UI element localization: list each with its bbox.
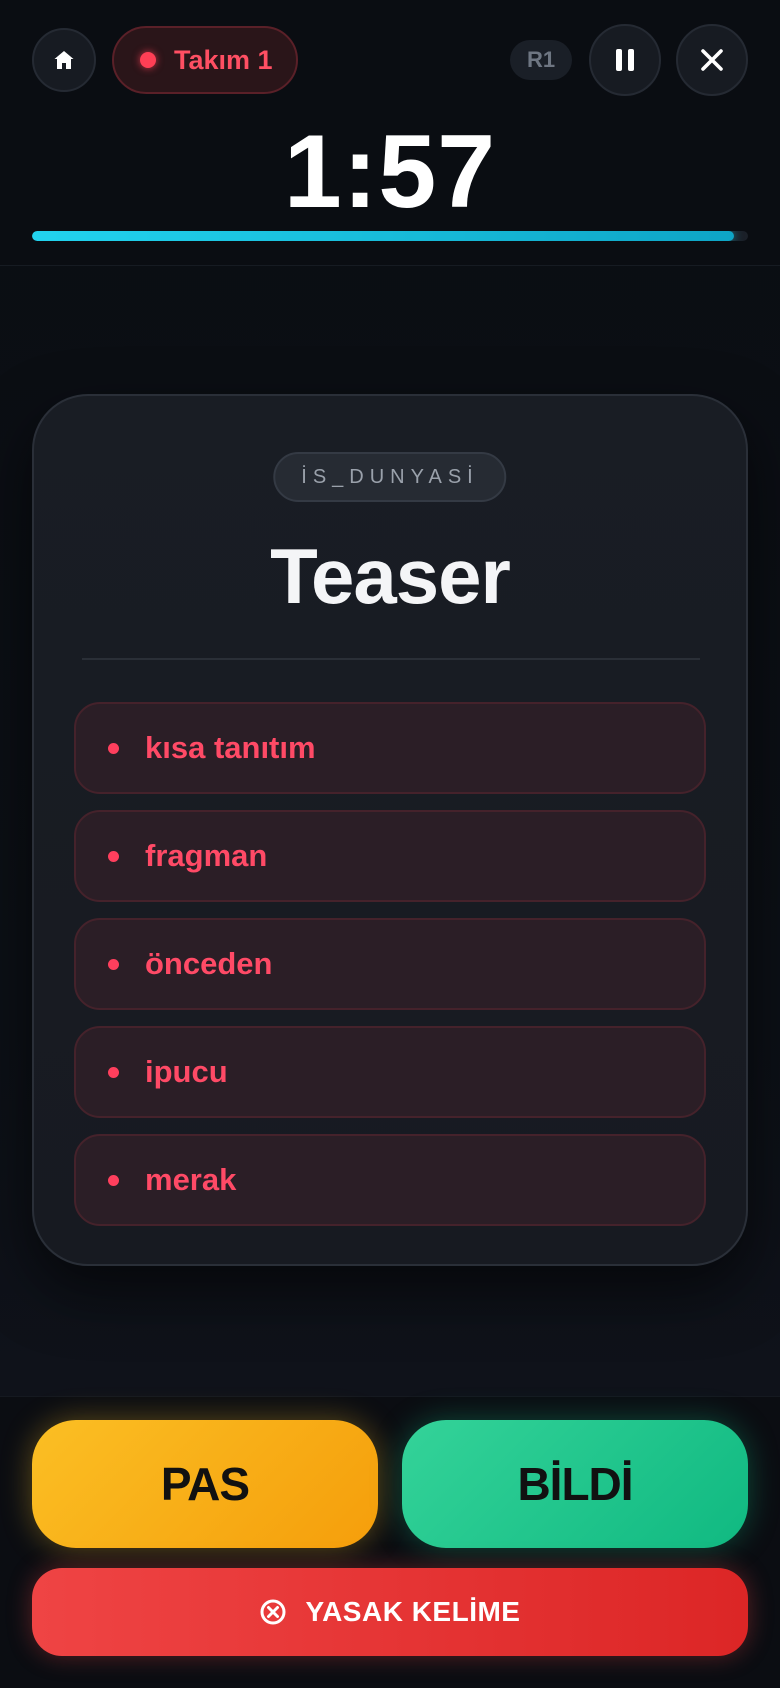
game-screen: Takım 1 R1 1:57 İS_DUNYASİ Teaser kısa t… [0,0,780,1688]
taboo-word-item: merak [74,1134,706,1226]
pause-icon [616,49,634,71]
taboo-word-text: fragman [145,838,268,873]
bullet-icon [108,958,119,970]
taboo-word-list: kısa tanıtım fragman önceden ipucu merak [74,702,706,1242]
taboo-button-label: YASAK KELİME [305,1596,521,1627]
card-divider [82,658,700,660]
pause-button[interactable] [589,24,661,96]
team-color-dot [140,52,156,68]
team-indicator: Takım 1 [112,26,298,94]
correct-button[interactable]: BİLDİ [402,1420,748,1548]
close-button[interactable] [676,24,748,96]
taboo-word-item: fragman [74,810,706,902]
bullet-icon [108,850,119,862]
circle-x-icon [260,1599,286,1625]
team-name: Takım 1 [174,44,273,75]
time-progress-bar [32,231,748,241]
taboo-word-item: ipucu [74,1026,706,1118]
round-badge: R1 [510,40,572,80]
taboo-word-text: önceden [145,946,273,981]
target-word: Teaser [270,532,511,620]
home-button[interactable] [32,28,96,92]
bullet-icon [108,1066,119,1078]
home-icon [54,51,74,69]
category-badge: İS_DUNYASİ [273,452,507,502]
bullet-icon [108,742,119,754]
word-card: İS_DUNYASİ Teaser kısa tanıtım fragman ö… [32,394,748,1266]
game-header: Takım 1 R1 1:57 [0,0,780,266]
taboo-word-text: kısa tanıtım [145,730,316,765]
close-icon [701,49,723,71]
taboo-word-text: merak [145,1162,237,1197]
taboo-button[interactable]: YASAK KELİME [32,1568,748,1656]
time-progress-fill [32,231,734,241]
taboo-word-item: kısa tanıtım [74,702,706,794]
bullet-icon [108,1174,119,1186]
countdown-timer: 1:57 [283,114,497,230]
pass-button[interactable]: PAS [32,1420,378,1548]
taboo-word-text: ipucu [145,1054,228,1089]
taboo-word-item: önceden [74,918,706,1010]
